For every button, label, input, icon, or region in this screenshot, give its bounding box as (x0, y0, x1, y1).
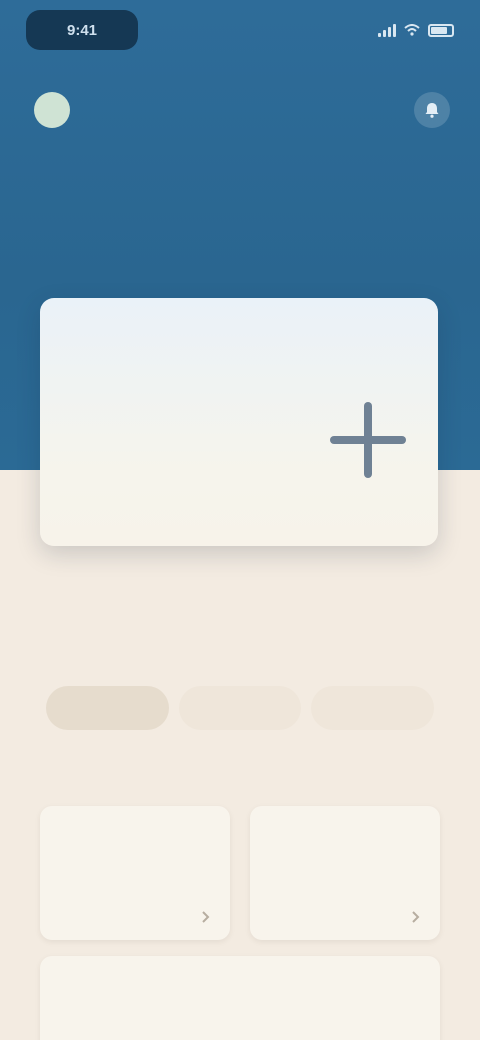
bottom-card[interactable] (40, 956, 440, 1040)
chevron-right-icon (202, 911, 210, 923)
notification-button[interactable] (414, 92, 450, 128)
status-bar: 9:41 (0, 0, 480, 60)
bell-icon (425, 103, 439, 118)
signal-icon (378, 23, 396, 37)
greeting-row (34, 92, 450, 128)
status-time: 9:41 (26, 10, 138, 50)
plus-icon (330, 402, 406, 478)
status-icons (378, 23, 454, 37)
add-button[interactable] (326, 398, 410, 482)
tile-card[interactable] (250, 806, 440, 940)
greeting-left (34, 92, 82, 128)
filter-chips (46, 686, 435, 736)
filter-chip[interactable] (178, 686, 302, 730)
summary-card[interactable] (40, 298, 438, 546)
tile-card[interactable] (40, 806, 230, 940)
wifi-icon (404, 24, 420, 36)
battery-icon (428, 23, 454, 37)
avatar[interactable] (34, 92, 70, 128)
chevron-right-icon (412, 911, 420, 923)
filter-chip[interactable] (311, 686, 435, 730)
filter-chip[interactable] (46, 686, 169, 730)
